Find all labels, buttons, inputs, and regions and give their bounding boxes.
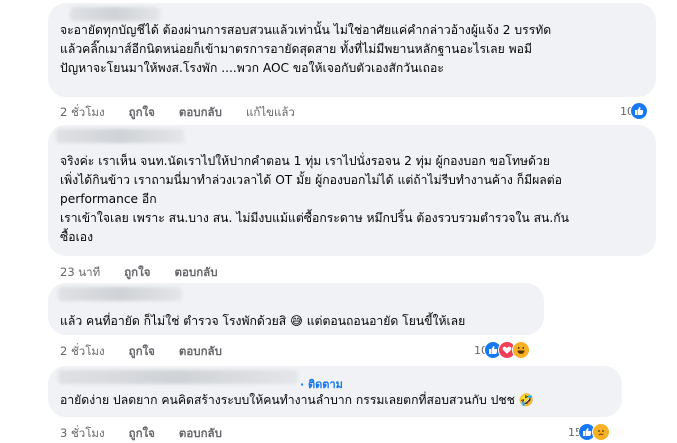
comment-actions: 23 นาที ถูกใจ ตอบกลับ [60, 264, 238, 282]
laughing-face-icon [512, 341, 530, 359]
reaction-summary[interactable]: 15 [568, 423, 610, 441]
comment-bubble: จะอายัดทุกบัญชีได้ ต้องผ่านการสอบสวนแล้ว… [48, 3, 656, 97]
author-name-redacted [58, 370, 298, 384]
comment-actions: 2 ชั่วโมง ถูกใจ ตอบกลับ แก้ไขแล้ว [60, 104, 315, 122]
reply-button[interactable]: ตอบกลับ [179, 426, 222, 440]
comment-text: แล้ว คนที่อายัด ก็ไม่ใช่ ตำรวจ โรงพักด้ว… [60, 314, 466, 328]
timestamp[interactable]: 2 ชั่วโมง [60, 105, 105, 119]
reaction-summary[interactable]: 10 [620, 102, 648, 120]
like-button[interactable]: ถูกใจ [124, 265, 150, 279]
timestamp[interactable]: 3 ชั่วโมง [60, 426, 105, 440]
author-name-redacted [56, 129, 184, 143]
timestamp[interactable]: 23 นาที [60, 265, 100, 279]
like-button[interactable]: ถูกใจ [129, 426, 155, 440]
comment-actions: 3 ชั่วโมง ถูกใจ ตอบกลับ [60, 425, 242, 443]
comment-text: อายัดง่าย ปลดยาก คนคิดสร้างระบบให้คนทำงา… [60, 393, 534, 407]
thumbs-up-icon [630, 102, 648, 120]
comment-actions: 2 ชั่วโมง ถูกใจ ตอบกลับ [60, 343, 242, 361]
reply-button[interactable]: ตอบกลับ [179, 105, 222, 119]
like-button[interactable]: ถูกใจ [129, 105, 155, 119]
edited-label: แก้ไขแล้ว [245, 105, 295, 119]
reply-button[interactable]: ตอบกลับ [179, 344, 222, 358]
comment-bubble: จริงค่ะ เราเห็น จนท.นัดเราไปให้ปากคำตอน … [48, 125, 656, 256]
like-button[interactable]: ถูกใจ [129, 344, 155, 358]
comment-bubble: แล้ว คนที่อายัด ก็ไม่ใช่ ตำรวจ โรงพักด้ว… [48, 283, 544, 335]
comment-text: จะอายัดทุกบัญชีได้ ต้องผ่านการสอบสวนแล้ว… [60, 23, 552, 75]
author-name-redacted [58, 287, 182, 301]
comment-text: จริงค่ะ เราเห็น จนท.นัดเราไปให้ปากคำตอน … [60, 154, 569, 244]
crying-face-icon [592, 423, 610, 441]
author-name-redacted [70, 7, 160, 21]
reaction-summary[interactable]: 10 [474, 341, 530, 359]
comment-bubble: · ติดตาม อายัดง่าย ปลดยาก คนคิดสร้างระบบ… [48, 366, 622, 417]
reply-button[interactable]: ตอบกลับ [175, 265, 218, 279]
timestamp[interactable]: 2 ชั่วโมง [60, 344, 105, 358]
